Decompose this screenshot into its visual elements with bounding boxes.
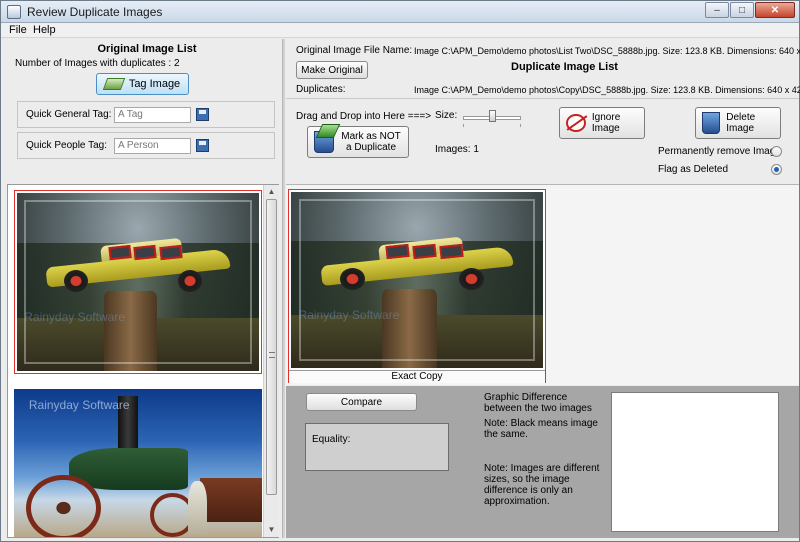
compare-button[interactable]: Compare <box>306 393 417 411</box>
quick-people-tag-row: Quick People Tag: A Person <box>17 132 275 159</box>
size-slider-thumb[interactable] <box>489 110 496 122</box>
original-file-label: Original Image File Name: <box>296 45 413 56</box>
duplicate-image-area[interactable]: Rainyday Software Exact Copy <box>286 184 799 385</box>
recycle-bin-icon <box>314 131 334 153</box>
watermark-text: Rainyday Software <box>298 308 400 323</box>
original-thumbnail-selected[interactable]: Rainyday Software <box>14 190 262 374</box>
mark-not-duplicate-button[interactable]: Mark as NOT a Duplicate <box>307 126 409 158</box>
panel-splitter[interactable] <box>282 39 285 538</box>
window-controls: – □ ✕ <box>704 2 795 18</box>
compare-panel: Compare Equality: Graphic Difference bet… <box>286 386 799 538</box>
equality-box: Equality: <box>305 423 449 471</box>
ignore-eye-icon <box>566 114 586 132</box>
quick-general-tag-row: Quick General Tag: A Tag <box>17 101 275 128</box>
close-button[interactable]: ✕ <box>755 2 795 18</box>
car-photo: Rainyday Software <box>17 193 259 371</box>
window-title: Review Duplicate Images <box>27 5 163 19</box>
list-scrollbar[interactable]: ▲ ▼ <box>263 185 279 537</box>
minimize-button[interactable]: – <box>705 2 729 18</box>
duplicate-file-path: Image C:\APM_Demo\demo photos\Copy\DSC_5… <box>414 85 800 95</box>
size-label: Size: <box>435 110 458 121</box>
flag-deleted-radio[interactable] <box>771 164 782 175</box>
tractor-photo: Rainyday Software <box>14 389 262 537</box>
delete-image-button[interactable]: Delete Image <box>695 107 781 139</box>
duplicate-controls: Drag and Drop into Here ===> Mark as NOT… <box>286 100 799 182</box>
original-image-list[interactable]: Rainyday Software Rainyday Software ▲ ▼ <box>7 184 279 538</box>
recycle-bin-icon <box>702 112 721 134</box>
quick-people-tag-label: Quick People Tag: <box>26 140 107 151</box>
duplicates-count: Number of Images with duplicates : 2 <box>15 58 180 69</box>
graphic-difference-text: Graphic Difference between the two image… <box>484 392 592 414</box>
original-list-panel: Original Image List Number of Images wit… <box>7 39 279 177</box>
car-photo: Rainyday Software <box>291 192 543 368</box>
note-sizes-text: Note: Images are different sizes, so the… <box>484 463 600 507</box>
app-icon <box>7 5 21 19</box>
menu-bar: File Help <box>1 23 799 38</box>
menu-file[interactable]: File <box>9 24 27 36</box>
duplicate-thumbnail-selected[interactable]: Rainyday Software Exact Copy <box>288 189 546 383</box>
duplicate-list-title: Duplicate Image List <box>511 61 618 73</box>
original-list-title: Original Image List <box>97 43 197 55</box>
make-original-button[interactable]: Make Original <box>296 61 368 79</box>
quick-people-tag-input[interactable]: A Person <box>114 138 191 154</box>
scroll-down-icon[interactable]: ▼ <box>266 525 277 535</box>
ignore-image-button[interactable]: Ignore Image <box>559 107 645 139</box>
tag-icon <box>102 78 125 90</box>
permanently-remove-label: Permanently remove Image <box>658 146 781 157</box>
original-thumbnail[interactable]: Rainyday Software <box>14 389 262 537</box>
tag-image-button[interactable]: Tag Image <box>96 73 189 95</box>
save-icon[interactable] <box>196 139 209 152</box>
ignore-image-label: Ignore Image <box>591 112 621 134</box>
quick-general-tag-input[interactable]: A Tag <box>114 107 191 123</box>
permanently-remove-radio[interactable] <box>771 146 782 157</box>
mark-not-duplicate-label: Mark as NOT a Duplicate <box>341 131 401 153</box>
drag-drop-text: Drag and Drop into Here ===> <box>296 111 432 122</box>
scroll-up-icon[interactable]: ▲ <box>266 187 277 197</box>
title-bar: Review Duplicate Images – □ ✕ <box>1 1 799 23</box>
note-black-text: Note: Black means image the same. <box>484 418 598 440</box>
original-file-path: Image C:\APM_Demo\demo photos\List Two\D… <box>414 46 800 56</box>
duplicates-label: Duplicates: <box>296 84 346 95</box>
images-count: Images: 1 <box>435 144 479 155</box>
menu-help[interactable]: Help <box>33 24 56 36</box>
watermark-text: Rainyday Software <box>28 397 130 412</box>
flag-deleted-label: Flag as Deleted <box>658 164 729 175</box>
difference-image-box <box>611 392 779 532</box>
duplicate-header: Original Image File Name: Image C:\APM_D… <box>286 39 800 99</box>
watermark-text: Rainyday Software <box>24 310 125 325</box>
app-window: Review Duplicate Images – □ ✕ File Help … <box>0 0 800 542</box>
maximize-button[interactable]: □ <box>730 2 754 18</box>
delete-image-label: Delete Image <box>726 112 756 134</box>
exact-copy-caption: Exact Copy <box>289 370 545 383</box>
save-icon[interactable] <box>196 108 209 121</box>
equality-label: Equality: <box>312 434 351 445</box>
quick-general-tag-label: Quick General Tag: <box>26 109 112 120</box>
tag-image-label: Tag Image <box>128 78 181 90</box>
scroll-thumb[interactable] <box>266 199 277 495</box>
